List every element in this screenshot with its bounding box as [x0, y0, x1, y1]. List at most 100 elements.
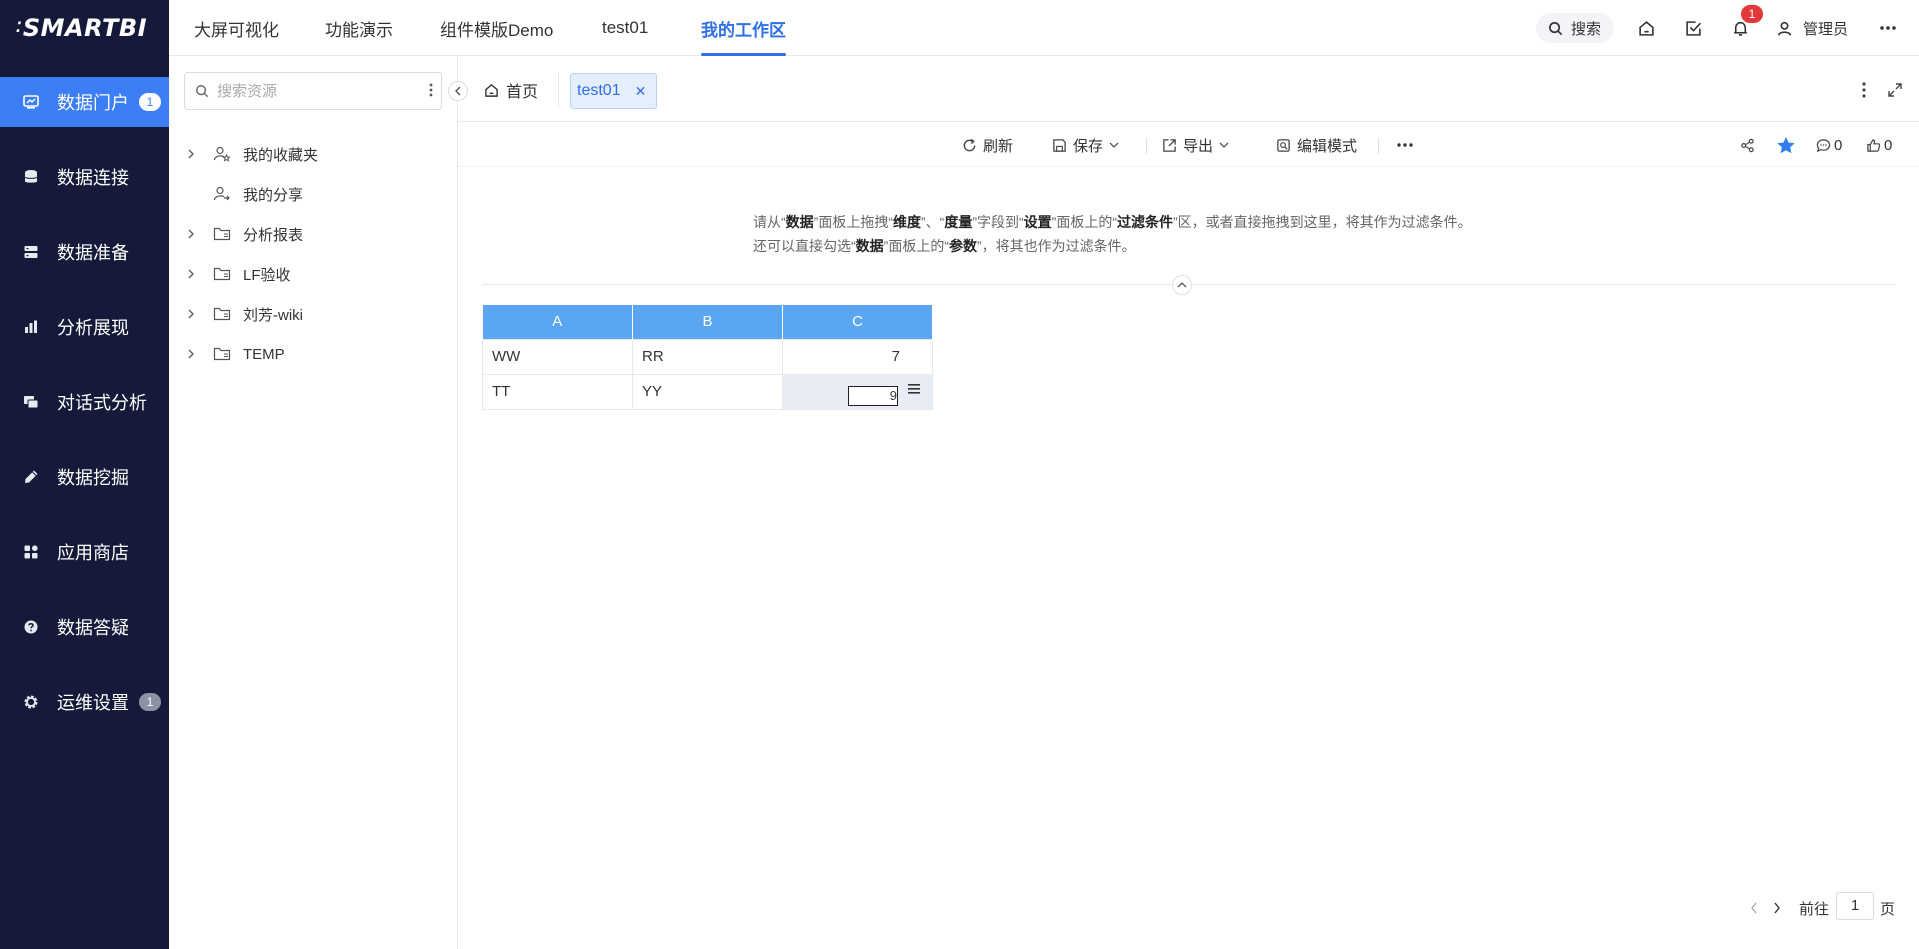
edit-mode-icon	[1276, 138, 1291, 153]
nav-item-data-preparation[interactable]: 数据准备	[0, 227, 169, 277]
hint-keyword: 数据	[855, 238, 884, 254]
nav-item-data-portal[interactable]: 数据门户 1	[0, 77, 169, 127]
prev-page-icon[interactable]	[1750, 894, 1758, 922]
hint-keyword: 数据	[785, 214, 814, 230]
hint-keyword: 过滤条件	[1116, 214, 1173, 230]
refresh-button[interactable]: 刷新	[962, 133, 1013, 157]
nav-item-app-store[interactable]: 应用商店	[0, 527, 169, 577]
collapse-panel-button[interactable]	[448, 81, 468, 101]
tree-item-temp[interactable]: TEMP	[169, 339, 285, 369]
top-tab-component-demo[interactable]: 组件模版Demo	[440, 0, 553, 56]
export-button[interactable]: 导出	[1162, 133, 1229, 157]
user-icon	[1776, 20, 1793, 37]
tree-item-analysis-reports[interactable]: 分析报表	[169, 219, 303, 249]
more-icon[interactable]	[1876, 16, 1900, 40]
home-tab[interactable]: 首页	[484, 78, 538, 102]
vertical-more-icon[interactable]	[1854, 80, 1874, 100]
nav-badge: 1	[139, 93, 161, 111]
tree-item-lf-acceptance[interactable]: LF验收	[169, 259, 291, 289]
collapse-filter-button[interactable]	[1172, 275, 1192, 295]
chevron-right-icon[interactable]	[187, 269, 201, 279]
like-button[interactable]: 0	[1866, 133, 1892, 157]
home-icon	[484, 83, 499, 98]
tree-item-favorites[interactable]: 我的收藏夹	[169, 139, 318, 169]
close-icon[interactable]: ✕	[635, 83, 647, 100]
nav-item-data-mining[interactable]: 数据挖掘	[0, 452, 169, 502]
column-header-c[interactable]: C	[782, 305, 933, 339]
chevron-right-icon[interactable]	[187, 349, 201, 359]
column-header-a[interactable]: A	[482, 305, 633, 339]
nav-item-ops-settings[interactable]: 运维设置 1	[0, 677, 169, 727]
chevron-right-icon[interactable]	[187, 229, 201, 239]
nav-item-analysis[interactable]: 分析展现	[0, 302, 169, 352]
top-tab-feature-demo[interactable]: 功能演示	[325, 0, 393, 56]
user-menu[interactable]: 管理员	[1776, 16, 1848, 40]
kebab-menu-icon[interactable]	[429, 82, 433, 101]
table-row: WW RR 7	[482, 338, 933, 375]
search-icon	[195, 84, 209, 98]
report-toolbar: 刷新 保存 导出 编辑模式 0 0	[458, 123, 1919, 167]
edit-mode-button[interactable]: 编辑模式	[1276, 133, 1357, 157]
chevron-right-icon[interactable]	[187, 309, 201, 319]
task-check-icon[interactable]	[1681, 16, 1705, 40]
resource-search-input[interactable]	[217, 82, 407, 100]
table-cell-selected[interactable]: 9	[782, 373, 933, 410]
top-tab-test01[interactable]: test01	[602, 0, 648, 56]
top-tab-big-screen[interactable]: 大屏可视化	[194, 0, 279, 56]
cell-edit-input[interactable]: 9	[848, 385, 898, 406]
tree-item-my-shares[interactable]: 我的分享	[169, 179, 303, 209]
global-search-button[interactable]: 搜索	[1536, 13, 1614, 43]
favorite-star-icon[interactable]	[1776, 133, 1796, 157]
tab-divider	[558, 73, 559, 107]
page-number-input[interactable]: 1	[1836, 892, 1874, 920]
apps-icon	[22, 543, 40, 561]
table-cell[interactable]: 7	[782, 338, 933, 375]
column-header-b[interactable]: B	[632, 305, 783, 339]
chevron-down-icon[interactable]	[1219, 142, 1229, 148]
tab-test01[interactable]: test01 ✕	[570, 73, 658, 109]
next-page-icon[interactable]	[1773, 894, 1781, 922]
table-row: TT YY 9	[482, 373, 933, 410]
table-cell[interactable]: RR	[632, 338, 783, 375]
pen-icon	[22, 468, 40, 486]
table-cell[interactable]: YY	[632, 373, 783, 410]
bar-chart-icon	[22, 318, 40, 336]
folder-icon	[213, 265, 233, 283]
save-button[interactable]: 保存	[1052, 133, 1119, 157]
folder-icon	[213, 345, 233, 363]
top-tab-my-workspace[interactable]: 我的工作区	[701, 0, 786, 56]
nav-item-data-qa[interactable]: 数据答疑	[0, 602, 169, 652]
comment-icon	[1816, 138, 1831, 153]
hint-line-1: 请从“数据”面板上拖拽“维度”、“度量”字段到“设置”面板上的“过滤条件”区，或…	[753, 210, 1472, 234]
user-star-icon	[213, 145, 233, 163]
hint-text: 还可以直接勾选“	[753, 238, 856, 254]
chevron-right-icon[interactable]	[187, 149, 201, 159]
hamburger-menu-icon[interactable]	[908, 383, 920, 394]
home-icon[interactable]	[1634, 16, 1658, 40]
more-icon[interactable]	[1396, 133, 1414, 157]
hint-text: ”区，或者直接拖拽到这里，将其作为过滤条件。	[1172, 214, 1472, 230]
left-navigation: ⁚ SMARTBI 数据门户 1 数据连接 数据准备 分析展现 对话式分析 数据…	[0, 0, 169, 949]
table-cell[interactable]: WW	[482, 338, 633, 375]
thumbs-up-icon	[1866, 138, 1881, 153]
table-header-row: A B C	[482, 305, 933, 339]
comments-button[interactable]: 0	[1816, 133, 1842, 157]
hint-keyword: 设置	[1023, 214, 1052, 230]
user-share-icon	[213, 185, 233, 203]
fullscreen-icon[interactable]	[1885, 80, 1905, 100]
goto-label: 前往	[1799, 900, 1830, 918]
chart-icon	[22, 93, 40, 111]
hint-keyword: 参数	[949, 238, 977, 254]
nav-item-data-connection[interactable]: 数据连接	[0, 152, 169, 202]
nav-item-conversational[interactable]: 对话式分析	[0, 377, 169, 427]
database-icon	[22, 168, 40, 186]
share-icon[interactable]	[1740, 133, 1755, 157]
tree-item-liufang-wiki[interactable]: 刘芳-wiki	[169, 299, 303, 329]
table-cell[interactable]: TT	[482, 373, 633, 410]
hint-text: ”字段到“	[972, 214, 1024, 230]
chevron-down-icon[interactable]	[1109, 142, 1119, 148]
hint-text: ”面板上拖拽“	[813, 214, 893, 230]
document-tab-bar: 首页 test01 ✕	[458, 56, 1919, 122]
filter-drop-hint: 请从“数据”面板上拖拽“维度”、“度量”字段到“设置”面板上的“过滤条件”区，或…	[753, 210, 1472, 258]
smartbi-logo[interactable]: ⁚ SMARTBI	[16, 10, 147, 46]
